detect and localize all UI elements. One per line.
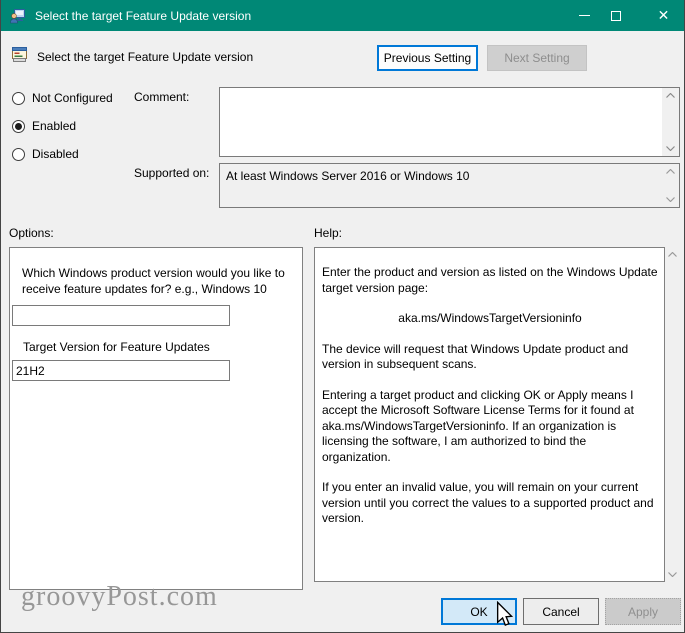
close-icon: ✕: [658, 7, 670, 24]
help-paragraph: Entering a target product and clicking O…: [322, 388, 658, 466]
radio-label: Enabled: [32, 119, 76, 133]
target-version-input[interactable]: [12, 360, 230, 381]
help-paragraph: Enter the product and version as listed …: [322, 265, 658, 296]
minimize-button[interactable]: [567, 0, 601, 31]
supported-on-label: Supported on:: [134, 166, 209, 180]
product-version-question: Which Windows product version would you …: [22, 265, 296, 297]
next-setting-button[interactable]: Next Setting: [487, 45, 587, 71]
supported-on-value: At least Windows Server 2016 or Windows …: [226, 169, 469, 183]
minimize-icon: [579, 15, 590, 16]
options-panel: Which Windows product version would you …: [9, 247, 303, 590]
scroll-down-icon[interactable]: [666, 146, 675, 151]
help-text-box[interactable]: Enter the product and version as listed …: [314, 247, 665, 582]
scroll-up-icon[interactable]: [666, 93, 675, 98]
maximize-button[interactable]: [599, 0, 633, 31]
radio-disabled[interactable]: Disabled: [12, 146, 79, 162]
scroll-down-icon: [666, 197, 675, 202]
comment-scrollbar[interactable]: [662, 88, 679, 156]
supported-scrollbar: [662, 164, 679, 207]
radio-icon[interactable]: [12, 120, 25, 133]
radio-label: Disabled: [32, 147, 79, 161]
policy-setting-icon: [11, 46, 28, 63]
apply-button[interactable]: Apply: [605, 598, 681, 625]
group-policy-icon: [10, 8, 26, 24]
radio-icon[interactable]: [12, 148, 25, 161]
close-button[interactable]: ✕: [641, 0, 685, 31]
help-link-text: aka.ms/WindowsTargetVersioninfo: [322, 311, 658, 327]
cancel-button[interactable]: Cancel: [523, 598, 599, 625]
title-bar: Select the target Feature Update version…: [1, 0, 685, 31]
scroll-up-icon: [666, 169, 675, 174]
previous-setting-button[interactable]: Previous Setting: [377, 45, 478, 71]
radio-icon[interactable]: [12, 92, 25, 105]
help-section-label: Help:: [314, 226, 342, 240]
comment-textarea[interactable]: [219, 87, 680, 157]
ok-button[interactable]: OK: [441, 598, 517, 625]
radio-enabled[interactable]: Enabled: [12, 118, 76, 134]
window-title: Select the target Feature Update version: [35, 9, 251, 23]
options-section-label: Options:: [9, 226, 54, 240]
help-paragraph: If you enter an invalid value, you will …: [322, 480, 658, 527]
help-scroll-down-icon[interactable]: [668, 572, 677, 577]
setting-name: Select the target Feature Update version: [37, 50, 253, 64]
radio-not-configured[interactable]: Not Configured: [12, 90, 113, 106]
product-version-input[interactable]: [12, 305, 230, 326]
help-paragraph: The device will request that Windows Upd…: [322, 342, 658, 373]
radio-label: Not Configured: [32, 91, 113, 105]
supported-on-box: At least Windows Server 2016 or Windows …: [219, 163, 680, 208]
help-scroll-up-icon[interactable]: [668, 252, 677, 257]
maximize-icon: [611, 11, 621, 21]
comment-label: Comment:: [134, 90, 189, 104]
policy-setting-dialog: Select the target Feature Update version…: [0, 0, 685, 633]
target-version-label: Target Version for Feature Updates: [23, 340, 210, 354]
